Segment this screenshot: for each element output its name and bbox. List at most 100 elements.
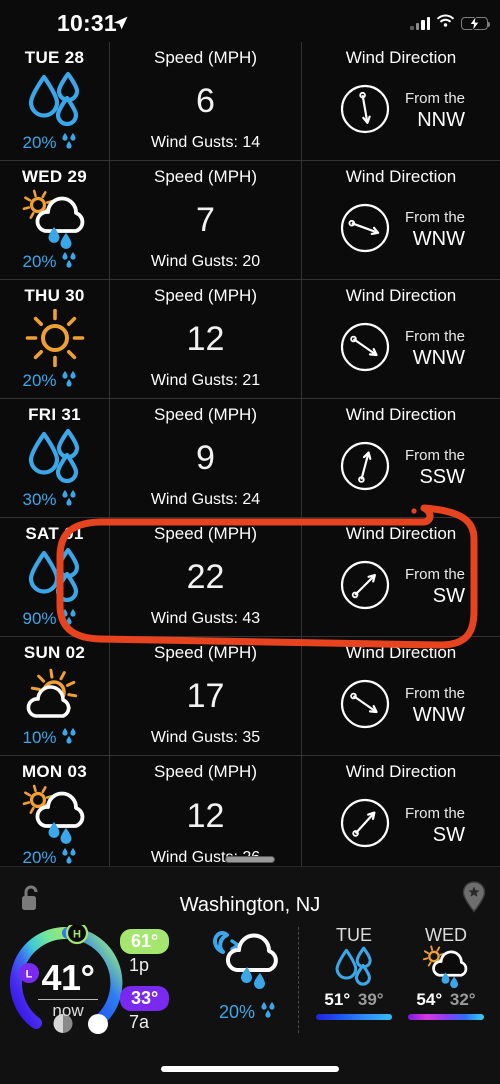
precip-probability: 30%	[22, 488, 78, 512]
map-pin-star-icon[interactable]	[462, 881, 486, 918]
wind-direction-title: Wind Direction	[345, 762, 457, 781]
wind-direction-cell[interactable]: Wind Direction From the SSW	[302, 399, 500, 517]
wind-direction-cell[interactable]: Wind Direction From the SW	[302, 756, 500, 875]
rain-droplets-icon	[60, 369, 79, 393]
compass-arrow-icon	[337, 795, 393, 856]
wind-from-label: From the	[404, 328, 465, 345]
wind-speed-value: 7	[196, 201, 215, 239]
forecast-row[interactable]: SAT 01 90% Speed (MPH) 22 Wind Gusts: 43…	[0, 518, 500, 637]
status-bar-clock: 10:31	[57, 10, 117, 36]
wind-speed-value: 17	[186, 677, 225, 715]
wind-speed-cell[interactable]: Speed (MPH) 7 Wind Gusts: 20	[110, 161, 302, 279]
wind-speed-value: 22	[186, 558, 225, 596]
day-label: MON 03	[21, 762, 88, 781]
day-cell[interactable]: MON 03 20%	[0, 756, 110, 875]
wind-speed-cell[interactable]: Speed (MPH) 12 Wind Gusts: 21	[110, 280, 302, 398]
current-temperature: 41°	[41, 957, 95, 998]
sun-cloud-rain-icon	[400, 945, 492, 989]
wind-speed-value: 12	[186, 796, 225, 835]
current-conditions-sheet[interactable]: Washington, NJ L H 41° now 61° 1p 33° 7a…	[0, 856, 500, 1084]
compass-arrow-icon	[337, 557, 393, 618]
precip-probability: 10%	[22, 726, 78, 750]
rain-droplets-icon	[60, 488, 79, 512]
rain-droplets-icon	[60, 726, 79, 750]
mini-forecast-day[interactable]: TUE 51° 39°	[308, 925, 400, 1020]
home-indicator	[161, 1066, 339, 1072]
mini-day-name: WED	[425, 925, 467, 945]
forecast-row[interactable]: SUN 02 10% Speed (MPH) 17 Wind Gusts: 35…	[0, 637, 500, 756]
sun-cloud-rain-icon	[0, 782, 109, 846]
rain-drops-icon	[0, 544, 109, 607]
wind-speed-title: Speed (MPH)	[154, 48, 257, 67]
status-bar-indicators	[410, 14, 491, 32]
status-bar: 10:31	[0, 0, 500, 42]
day-cell[interactable]: SUN 02 10%	[0, 637, 110, 755]
precip-probability: 90%	[22, 607, 78, 631]
wind-speed-cell[interactable]: Speed (MPH) 6 Wind Gusts: 14	[110, 42, 302, 160]
mini-day-temps: 54° 32°	[400, 990, 492, 1010]
forecast-row[interactable]: THU 30 20% Speed (MPH) 12 Wind Gusts: 21…	[0, 280, 500, 399]
wind-speed-value: 9	[196, 439, 215, 477]
wifi-icon	[437, 14, 454, 32]
wind-speed-cell[interactable]: Speed (MPH) 22 Wind Gusts: 43	[110, 518, 302, 636]
forecast-row[interactable]: FRI 31 30% Speed (MPH) 9 Wind Gusts: 24 …	[0, 399, 500, 518]
sheet-divider	[298, 927, 299, 1033]
mini-forecast-day[interactable]: WED 54° 32°	[400, 925, 492, 1020]
wind-from-label: From the	[404, 804, 465, 822]
wind-from-label: From the	[404, 447, 465, 464]
location-arrow-icon	[112, 15, 129, 37]
day-cell[interactable]: WED 29 20%	[0, 161, 110, 279]
high-temp-time: 1p	[129, 955, 150, 975]
wind-gusts-label: Wind Gusts: 24	[150, 491, 261, 508]
current-condition: 20%	[196, 929, 301, 1024]
drag-handle-icon[interactable]	[225, 856, 275, 863]
wind-direction-title: Wind Direction	[345, 643, 457, 662]
day-cell[interactable]: FRI 31 30%	[0, 399, 110, 517]
wind-direction-value: WNW	[412, 228, 465, 250]
wind-gusts-label: Wind Gusts: 14	[150, 134, 261, 151]
forecast-row[interactable]: TUE 28 20% Speed (MPH) 6 Wind Gusts: 14 …	[0, 42, 500, 161]
temperature-range-bar	[316, 1014, 392, 1020]
wind-direction-title: Wind Direction	[345, 524, 457, 543]
day-cell[interactable]: THU 30 20%	[0, 280, 110, 398]
rain-droplets-icon	[60, 607, 79, 631]
current-temperature-dial[interactable]: L H 41° now	[8, 921, 128, 1043]
compass-arrow-icon	[337, 438, 393, 499]
wind-speed-title: Speed (MPH)	[154, 643, 257, 662]
wind-direction-cell[interactable]: Wind Direction From the SW	[302, 518, 500, 636]
current-temperature-caption: now	[38, 999, 98, 1021]
wind-direction-cell[interactable]: Wind Direction From the WNW	[302, 637, 500, 755]
wind-speed-cell[interactable]: Speed (MPH) 17 Wind Gusts: 35	[110, 637, 302, 755]
moon-cloud-rain-icon	[196, 929, 301, 996]
day-label: WED 29	[21, 167, 88, 186]
mini-day-low: 32°	[449, 990, 476, 1009]
mini-day-name: TUE	[336, 925, 372, 945]
wind-speed-cell[interactable]: Speed (MPH) 9 Wind Gusts: 24	[110, 399, 302, 517]
precip-probability: 20%	[22, 131, 78, 155]
day-cell[interactable]: SAT 01 90%	[0, 518, 110, 636]
mini-day-high: 54°	[416, 990, 443, 1009]
wind-direction-cell[interactable]: Wind Direction From the WNW	[302, 161, 500, 279]
wind-direction-value: SW	[432, 823, 465, 846]
mini-forecast-list: TUE 51° 39° WED 54° 32°	[308, 925, 492, 1020]
daily-forecast-table: TUE 28 20% Speed (MPH) 6 Wind Gusts: 14 …	[0, 42, 500, 875]
wind-gusts-label: Wind Gusts: 21	[150, 372, 261, 389]
forecast-row[interactable]: WED 29 20% Speed (MPH) 7 Wind Gusts: 20 …	[0, 161, 500, 280]
high-marker-label: H	[73, 929, 81, 941]
day-cell[interactable]: TUE 28 20%	[0, 42, 110, 160]
mini-day-low: 39°	[357, 990, 384, 1009]
wind-gusts-label: Wind Gusts: 43	[150, 610, 261, 627]
wind-gusts-label: Wind Gusts: 35	[150, 729, 261, 746]
mini-day-temps: 51° 39°	[308, 990, 400, 1010]
day-label: THU 30	[24, 286, 85, 305]
wind-direction-cell[interactable]: Wind Direction From the NNW	[302, 42, 500, 160]
rain-drops-icon	[0, 68, 109, 131]
wind-direction-title: Wind Direction	[345, 167, 457, 186]
sun-cloud-rain-icon	[0, 187, 109, 250]
wind-direction-title: Wind Direction	[345, 405, 457, 424]
wind-direction-cell[interactable]: Wind Direction From the WNW	[302, 280, 500, 398]
high-temp-pill: 61°	[120, 929, 170, 954]
temperature-range-bar	[408, 1014, 484, 1020]
wind-direction-value: WNW	[412, 347, 465, 369]
wind-gusts-label: Wind Gusts: 20	[150, 253, 261, 270]
